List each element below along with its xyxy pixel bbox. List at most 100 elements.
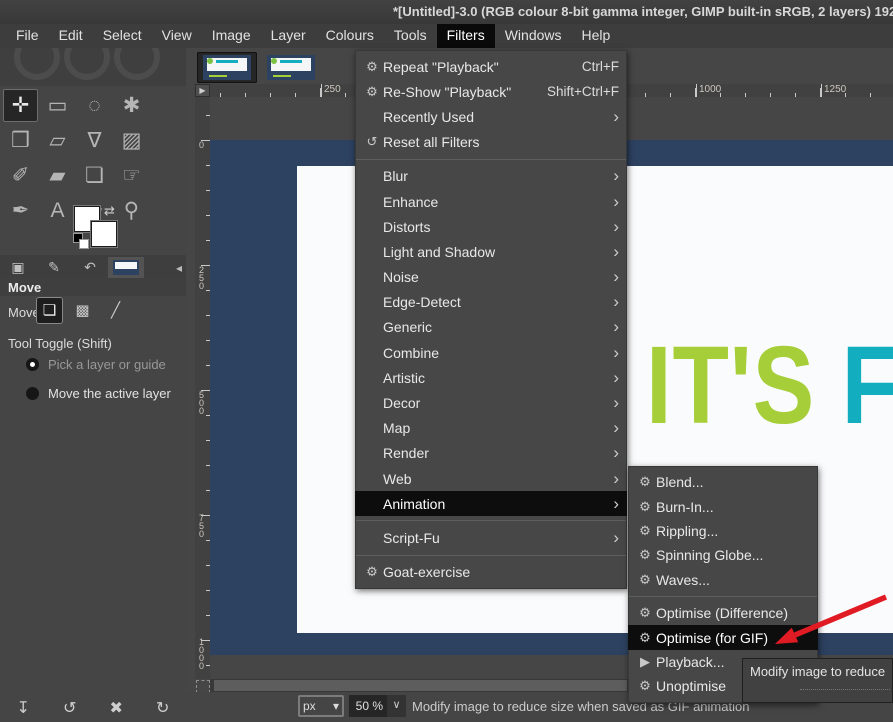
menubar-item-edit[interactable]: Edit (49, 24, 93, 48)
menu-item-label: Render (383, 445, 605, 461)
ruler-origin-button[interactable]: ▶ (195, 84, 210, 97)
filters-menu-item-script-fu[interactable]: Script-Fu› (355, 525, 627, 550)
menubar-item-colours[interactable]: Colours (316, 24, 384, 48)
menu-item-label: Generic (383, 319, 605, 335)
dock-tab-device-status[interactable]: ✎ (36, 257, 72, 278)
zoom-level-field[interactable]: 50 % (349, 695, 387, 717)
free-select-tool[interactable]: ◌ (77, 89, 112, 122)
menu-item-label: Distorts (383, 219, 605, 235)
decorative-circle (64, 48, 110, 80)
filters-menu-item-recently-used[interactable]: Recently Used› (355, 104, 627, 129)
dock-tab-undo-history[interactable]: ↶ (72, 257, 108, 278)
animation-submenu-item-burn-in[interactable]: ⚙Burn-In... (628, 494, 818, 518)
menu-item-label: Map (383, 420, 605, 436)
default-colors-icon[interactable] (79, 239, 89, 249)
submenu-arrow-icon: › (613, 348, 619, 358)
unified-transform-tool[interactable]: ▱ (40, 124, 75, 157)
menubar-item-file[interactable]: File (6, 24, 49, 48)
eraser-tool[interactable]: ▰ (40, 159, 75, 192)
menu-item-label: Goat-exercise (383, 564, 619, 580)
menubar-item-filters[interactable]: Filters (437, 24, 495, 48)
titlebar: *[Untitled]-3.0 (RGB colour 8-bit gamma … (0, 0, 893, 24)
image-tab-thumbnail (203, 55, 251, 80)
animation-submenu-item-spinning-globe[interactable]: ⚙Spinning Globe... (628, 543, 818, 567)
submenu-arrow-icon: › (613, 373, 619, 383)
filters-menu-item-artistic[interactable]: Artistic› (355, 365, 627, 390)
filters-menu-item-repeat-playback[interactable]: ⚙Repeat "Playback"Ctrl+F (355, 54, 627, 79)
v-ruler-label-250: 250 (197, 266, 206, 290)
tool-options-title: Move (0, 278, 186, 296)
filters-menu-item-edge-detect[interactable]: Edge-Detect› (355, 290, 627, 315)
background-color-swatch[interactable] (91, 221, 117, 247)
horizontal-scrollbar-thumb[interactable] (214, 680, 627, 691)
tool-toggle-label: Tool Toggle (Shift) (8, 336, 112, 351)
image-tab-2[interactable] (261, 52, 321, 83)
gradient-tool[interactable]: ▨ (114, 124, 149, 157)
dock-tab-image-thumbnail[interactable] (108, 257, 144, 278)
menubar-item-view[interactable]: View (152, 24, 202, 48)
move-path-button[interactable]: ╱ (102, 297, 129, 324)
delete-tool-preset-button[interactable]: ✖ (110, 698, 123, 718)
filters-menu-item-decor[interactable]: Decor› (355, 390, 627, 415)
crop-tool[interactable]: ❒ (3, 124, 38, 157)
itsfoss-logo-text: IT'S FOSS (646, 322, 893, 449)
animation-submenu-item-optimise-for-gif[interactable]: ⚙Optimise (for GIF) (628, 625, 818, 649)
filters-menu-item-render[interactable]: Render› (355, 441, 627, 466)
smudge-tool[interactable]: ☞ (114, 159, 149, 192)
h-ruler-label-250: 250 (321, 84, 341, 97)
filters-menu-item-goat-exercise[interactable]: ⚙Goat-exercise (355, 560, 627, 585)
menubar-item-tools[interactable]: Tools (384, 24, 437, 48)
zoom-dropdown-button[interactable]: ∨ (387, 695, 406, 717)
dock-tabbar: ▣✎↶ ◂ (0, 255, 186, 278)
move-tool[interactable]: ✛ (3, 89, 38, 122)
filters-menu-item-map[interactable]: Map› (355, 416, 627, 441)
filters-menu-item-reset-all-filters[interactable]: ↺Reset all Filters (355, 130, 627, 155)
menubar-item-windows[interactable]: Windows (495, 24, 572, 48)
rectangle-select-tool[interactable]: ▭ (40, 89, 75, 122)
move-selection-button[interactable]: ▩ (69, 297, 96, 324)
menubar-item-image[interactable]: Image (202, 24, 261, 48)
filters-menu-item-re-show-playback[interactable]: ⚙Re-Show "Playback"Shift+Ctrl+F (355, 79, 627, 104)
gear-icon: ⚙ (634, 523, 656, 539)
gear-icon: ⚙ (634, 572, 656, 588)
dock-tab-tool-options[interactable]: ▣ (0, 257, 36, 278)
bucket-fill-tool[interactable]: ∇ (77, 124, 112, 157)
gear-icon: ⚙ (634, 499, 656, 515)
radio-move-the-active-layer[interactable] (26, 387, 39, 400)
menubar-item-select[interactable]: Select (93, 24, 152, 48)
filters-menu-item-generic[interactable]: Generic› (355, 315, 627, 340)
filters-menu-item-distorts[interactable]: Distorts› (355, 214, 627, 239)
move-layer-button[interactable]: ❏ (36, 297, 63, 324)
restore-tool-preset-button[interactable]: ↺ (63, 698, 76, 718)
save-tool-preset-button[interactable]: ↧ (17, 698, 30, 718)
animation-submenu-item-rippling[interactable]: ⚙Rippling... (628, 519, 818, 543)
filters-menu-item-combine[interactable]: Combine› (355, 340, 627, 365)
filters-menu-item-noise[interactable]: Noise› (355, 265, 627, 290)
ink-tool[interactable]: ✒ (3, 194, 38, 227)
menubar-item-help[interactable]: Help (572, 24, 621, 48)
filters-menu-item-animation[interactable]: Animation› (355, 491, 627, 516)
zoom-tool[interactable]: ⚲ (114, 194, 149, 227)
radio-pick-a-layer-or-guide[interactable] (26, 358, 39, 371)
menu-item-label: Rippling... (656, 523, 810, 539)
menubar-item-layer[interactable]: Layer (261, 24, 316, 48)
filters-menu-item-blur[interactable]: Blur› (355, 164, 627, 189)
paintbrush-tool[interactable]: ✐ (3, 159, 38, 192)
menu-item-label: Optimise (for GIF) (656, 630, 810, 646)
unit-dropdown[interactable]: px ▾ (298, 695, 344, 717)
thumbnail-logo-bar (216, 60, 238, 63)
dock-collapse-button[interactable]: ◂ (176, 261, 182, 275)
reset-tool-options-button[interactable]: ↻ (156, 698, 169, 718)
text-tool[interactable]: A (40, 194, 75, 227)
animation-submenu-item-optimise-difference[interactable]: ⚙Optimise (Difference) (628, 601, 818, 625)
filters-menu-item-enhance[interactable]: Enhance› (355, 189, 627, 214)
animation-submenu-item-blend[interactable]: ⚙Blend... (628, 470, 818, 494)
fuzzy-select-tool[interactable]: ✱ (114, 89, 149, 122)
filters-menu-item-web[interactable]: Web› (355, 466, 627, 491)
swap-colors-icon[interactable]: ⇄ (104, 203, 115, 219)
clone-tool[interactable]: ❏ (77, 159, 112, 192)
image-tab-1[interactable] (197, 52, 257, 83)
filters-menu-item-light-and-shadow[interactable]: Light and Shadow› (355, 239, 627, 264)
menu-item-label: Blend... (656, 474, 810, 490)
animation-submenu-item-waves[interactable]: ⚙Waves... (628, 568, 818, 592)
